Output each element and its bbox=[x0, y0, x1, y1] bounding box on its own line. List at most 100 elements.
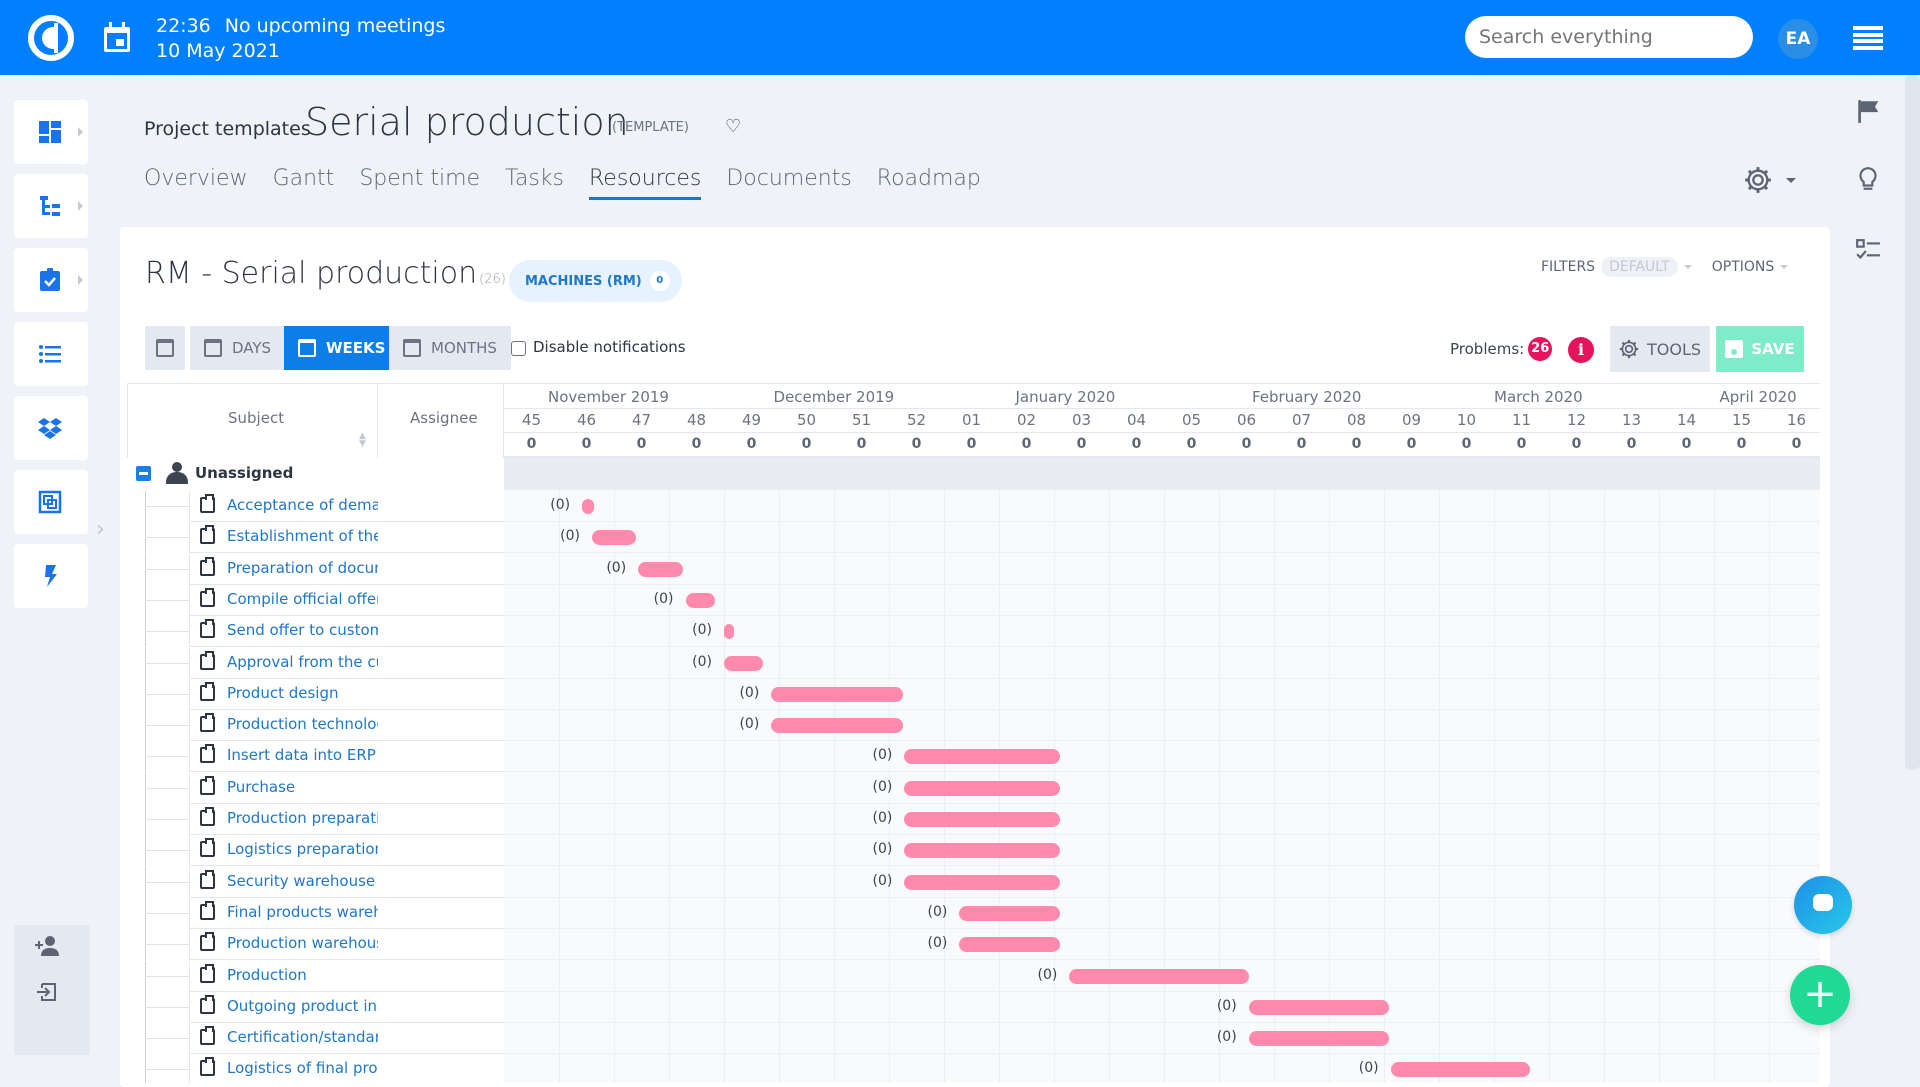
settings-gear-icon[interactable] bbox=[1744, 166, 1772, 194]
logout-icon[interactable] bbox=[36, 981, 58, 1003]
task-bar[interactable] bbox=[1248, 1031, 1390, 1047]
task-assignee-cell[interactable] bbox=[378, 804, 504, 835]
add-button[interactable]: + bbox=[1790, 965, 1850, 1025]
task-assignee-cell[interactable] bbox=[378, 741, 504, 773]
task-assignee-cell[interactable] bbox=[378, 897, 504, 929]
task-bar[interactable] bbox=[771, 686, 904, 702]
task-assignee-cell[interactable] bbox=[378, 710, 504, 742]
task-link[interactable]: Production preparation bbox=[227, 809, 378, 827]
add-user-icon[interactable] bbox=[34, 935, 60, 957]
chat-button[interactable] bbox=[1794, 876, 1852, 934]
sidebar-item-tasks[interactable] bbox=[14, 248, 88, 312]
task-assignee-cell[interactable] bbox=[378, 678, 504, 710]
task-assignee-cell[interactable] bbox=[378, 584, 504, 616]
task-bar[interactable] bbox=[904, 812, 1061, 827]
page-scrollbar[interactable] bbox=[1905, 75, 1920, 770]
tab-tasks[interactable]: Tasks bbox=[505, 166, 564, 200]
task-assignee-cell[interactable] bbox=[378, 647, 504, 679]
task-bar[interactable] bbox=[904, 843, 1061, 859]
options-button[interactable]: OPTIONS bbox=[1712, 259, 1775, 275]
task-link[interactable]: Logistics preparation bbox=[227, 840, 378, 858]
task-bar[interactable] bbox=[1390, 1062, 1530, 1078]
task-assignee-cell[interactable] bbox=[378, 866, 504, 898]
tab-spent-time[interactable]: Spent time bbox=[359, 166, 480, 200]
task-link[interactable]: Production warehouse bbox=[227, 934, 378, 952]
task-assignee-cell[interactable] bbox=[378, 522, 504, 554]
app-logo-icon[interactable] bbox=[28, 15, 74, 61]
meetings-status[interactable]: 22:36 No upcoming meetings bbox=[156, 14, 445, 38]
calendar-icon[interactable] bbox=[104, 22, 130, 52]
task-assignee-cell[interactable] bbox=[378, 616, 504, 648]
sidebar-item-list[interactable] bbox=[14, 322, 88, 386]
breadcrumb[interactable]: Project templates bbox=[144, 118, 311, 140]
group-pill-machines[interactable]: MACHINES (RM) 0 bbox=[509, 260, 682, 302]
task-assignee-cell[interactable] bbox=[378, 960, 504, 992]
search-input[interactable] bbox=[1465, 16, 1753, 58]
task-link[interactable]: Preparation of documents bbox=[227, 559, 378, 577]
task-link[interactable]: Purchase bbox=[227, 778, 295, 796]
task-link[interactable]: Logistics of final products bbox=[227, 1059, 378, 1077]
today-button[interactable] bbox=[145, 326, 185, 370]
disable-notifications-checkbox[interactable] bbox=[511, 341, 526, 356]
task-link[interactable]: Approval from the customer bbox=[227, 653, 378, 671]
task-assignee-cell[interactable] bbox=[378, 1054, 504, 1083]
task-bar[interactable] bbox=[685, 592, 715, 608]
user-avatar[interactable]: EA bbox=[1778, 19, 1818, 59]
sidebar-item-resources[interactable] bbox=[14, 470, 88, 534]
view-months-button[interactable]: MONTHS bbox=[389, 326, 511, 370]
task-bar[interactable] bbox=[771, 718, 904, 734]
filters-caret-icon[interactable] bbox=[1683, 265, 1692, 269]
checklist-icon[interactable] bbox=[1855, 238, 1881, 264]
view-days-button[interactable]: DAYS bbox=[190, 326, 286, 370]
task-bar[interactable] bbox=[638, 561, 684, 577]
task-link[interactable]: Compile official offer bbox=[227, 590, 378, 608]
task-assignee-cell[interactable] bbox=[378, 991, 504, 1023]
column-header-assignee[interactable]: Assignee bbox=[378, 384, 504, 458]
task-link[interactable]: Send offer to customer bbox=[227, 621, 378, 639]
sidebar-item-dropbox[interactable] bbox=[14, 396, 88, 460]
settings-dropdown-caret-icon[interactable] bbox=[1786, 178, 1796, 183]
tab-documents[interactable]: Documents bbox=[726, 166, 851, 200]
task-link[interactable]: Acceptance of demand bbox=[227, 496, 378, 514]
tools-button[interactable]: TOOLS bbox=[1610, 326, 1710, 372]
task-assignee-cell[interactable] bbox=[378, 772, 504, 804]
task-bar[interactable] bbox=[904, 874, 1061, 890]
task-assignee-cell[interactable] bbox=[378, 1023, 504, 1055]
task-bar[interactable] bbox=[592, 530, 636, 546]
task-bar[interactable] bbox=[959, 937, 1061, 953]
problems-indicator[interactable]: Problems: 26 bbox=[1450, 337, 1553, 361]
sidebar-item-dashboard[interactable] bbox=[14, 100, 88, 164]
task-link[interactable]: Outgoing product inspection bbox=[227, 997, 378, 1015]
task-link[interactable]: Final products warehouse bbox=[227, 903, 378, 921]
task-assignee-cell[interactable] bbox=[378, 491, 504, 522]
sort-icon[interactable]: ▲ ▼ bbox=[359, 432, 366, 449]
filters-default-badge[interactable]: DEFAULT bbox=[1601, 257, 1678, 277]
task-link[interactable]: Security warehouse preparation bbox=[227, 872, 378, 890]
disable-notifications-label[interactable]: Disable notifications bbox=[533, 338, 686, 356]
favorite-heart-icon[interactable]: ♡ bbox=[725, 116, 741, 137]
tab-roadmap[interactable]: Roadmap bbox=[877, 166, 981, 200]
column-header-subject[interactable]: Subject ▲ ▼ bbox=[127, 384, 378, 458]
task-bar[interactable] bbox=[1069, 968, 1250, 984]
task-link[interactable]: Certification/standards bbox=[227, 1028, 378, 1046]
save-button[interactable]: SAVE bbox=[1716, 326, 1804, 372]
options-caret-icon[interactable] bbox=[1780, 265, 1789, 269]
view-weeks-button[interactable]: WEEKS bbox=[284, 326, 400, 370]
tab-resources[interactable]: Resources bbox=[589, 166, 702, 200]
lightbulb-icon[interactable] bbox=[1855, 166, 1881, 192]
task-link[interactable]: Insert data into ERP system bbox=[227, 746, 378, 764]
task-assignee-cell[interactable] bbox=[378, 929, 504, 961]
task-link[interactable]: Product design bbox=[227, 684, 338, 702]
task-bar[interactable] bbox=[904, 780, 1061, 796]
menu-icon[interactable] bbox=[1853, 26, 1883, 50]
task-bar[interactable] bbox=[904, 749, 1061, 765]
task-bar[interactable] bbox=[1248, 999, 1390, 1015]
flag-icon[interactable] bbox=[1855, 98, 1881, 124]
task-link[interactable]: Production technology bbox=[227, 715, 378, 733]
sidebar-expand-icon[interactable]: › bbox=[96, 517, 105, 542]
info-icon[interactable]: i bbox=[1568, 337, 1594, 363]
tab-gantt[interactable]: Gantt bbox=[273, 166, 335, 200]
sidebar-item-projects[interactable] bbox=[14, 174, 88, 238]
tab-overview[interactable]: Overview bbox=[144, 166, 248, 200]
task-link[interactable]: Production bbox=[227, 966, 307, 984]
